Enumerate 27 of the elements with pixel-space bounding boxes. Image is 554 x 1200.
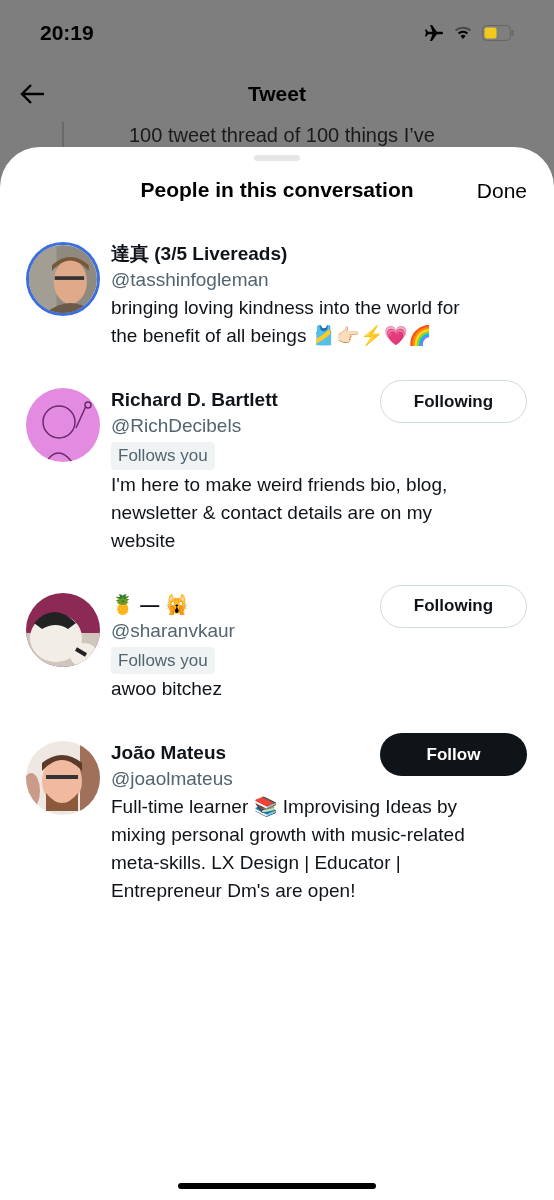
follows-you-badge: Follows you bbox=[111, 442, 215, 470]
avatar-ring[interactable] bbox=[26, 242, 100, 316]
user-bio: Full-time learner 📚 Improvising Ideas by mixing personal growth with music-related meta-skills. LX Design | Educator | Entrepreneur Dm's are open! bbox=[111, 795, 466, 903]
user-name: Richard D. Bartlett bbox=[111, 388, 278, 412]
status-time: 20:19 bbox=[40, 20, 94, 47]
user-handle: @RichDecibels bbox=[111, 414, 243, 438]
user-bio: I'm here to make weird friends bio, blog, newsletter & contact details are on my website bbox=[111, 472, 449, 553]
back-arrow-icon[interactable] bbox=[20, 83, 46, 105]
user-bio: bringing loving kindness into the world for the benefit of all beings 🎽👉🏻⚡💗🌈 bbox=[111, 296, 461, 348]
airplane-icon bbox=[424, 24, 444, 42]
user-name: 🍍 — 🙀 bbox=[111, 592, 190, 617]
follow-button[interactable]: Follow bbox=[380, 733, 527, 776]
user-handle: @tasshinfogleman bbox=[111, 268, 270, 292]
follows-you-badge: Follows you bbox=[111, 646, 215, 674]
battery-icon bbox=[482, 25, 514, 41]
user-handle: @joaolmateus bbox=[111, 767, 233, 791]
sheet-title: People in this conversation bbox=[140, 177, 414, 204]
wifi-icon bbox=[454, 26, 472, 40]
tweet-text: 100 tweet thread of 100 things I’ve bbox=[129, 123, 435, 148]
following-button[interactable]: Following bbox=[380, 380, 527, 423]
user-name: João Mateus bbox=[111, 741, 228, 765]
done-button[interactable]: Done bbox=[476, 175, 527, 207]
user-handle: @sharanvkaur bbox=[111, 618, 235, 643]
user-name: 達真 (3/5 Livereads) bbox=[111, 242, 288, 266]
user-bio: awoo bitchez bbox=[111, 677, 223, 701]
following-button[interactable]: Following bbox=[380, 584, 527, 628]
page-title: Tweet bbox=[248, 81, 306, 108]
